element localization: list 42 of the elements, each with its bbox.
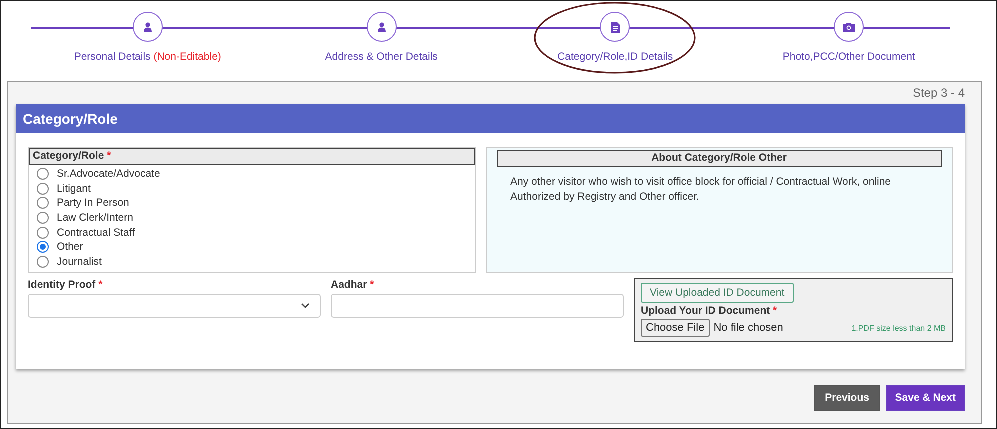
step-label[interactable]: Photo,PCC/Other Document [782, 51, 916, 63]
radio-icon[interactable] [37, 168, 49, 180]
view-document-button[interactable]: View Uploaded ID Document [641, 283, 794, 303]
field-label: Upload Your ID Document * [641, 305, 778, 317]
step-label[interactable]: Personal Details (Non-Editable) [74, 51, 222, 63]
field-label: Identity Proof * [28, 279, 104, 291]
step-circle[interactable] [834, 12, 864, 42]
radio-option[interactable]: Sr.Advocate/Advocate [37, 167, 466, 182]
radio-option[interactable]: Journalist [37, 254, 466, 270]
radio-icon[interactable] [37, 182, 49, 195]
radio-option[interactable]: Law Clerk/Intern [37, 210, 466, 226]
user-icon [376, 22, 387, 32]
radio-icon[interactable] [37, 197, 49, 210]
about-title: About Category/Role Other [496, 150, 942, 167]
radio-option[interactable]: Contractual Staff [37, 225, 466, 240]
step-circle[interactable] [366, 12, 397, 42]
radio-option[interactable]: Party In Person [37, 196, 466, 211]
user-icon [142, 22, 153, 32]
radio-icon[interactable] [37, 212, 49, 224]
save-next-button[interactable]: Save & Next [886, 385, 965, 411]
camera-icon [843, 22, 856, 32]
file-hint: 1.PDF size less than 2 MB [850, 322, 946, 334]
aadhar-input[interactable] [331, 294, 624, 318]
about-text: Any other visitor who wish to visit office block for official / Contractual Work, online Authorized by Registry and Other officer. [510, 175, 892, 205]
card-title: Category/Role [16, 104, 965, 133]
file-status: No file chosen [714, 322, 784, 334]
step-label[interactable]: Category/Role,ID Details [558, 51, 674, 63]
radio-icon[interactable] [37, 241, 49, 254]
chevron-icon [301, 303, 310, 309]
choose-file-button[interactable]: Choose File [641, 319, 710, 337]
radio-icon[interactable] [37, 226, 49, 239]
field-label: Aadhar * [331, 279, 376, 291]
step-circle[interactable] [132, 12, 163, 42]
radio-option[interactable]: Litigant [37, 182, 466, 196]
radio-icon[interactable] [37, 256, 49, 268]
step-label[interactable]: Address & Other Details [325, 51, 438, 63]
previous-button[interactable]: Previous [814, 385, 880, 411]
document-icon [610, 22, 620, 32]
radio-option[interactable]: Other [37, 240, 466, 255]
step-circle[interactable] [600, 12, 630, 42]
fieldset-legend: Category/Role * [29, 148, 474, 165]
step-counter: Step 3 - 4 [912, 86, 965, 100]
